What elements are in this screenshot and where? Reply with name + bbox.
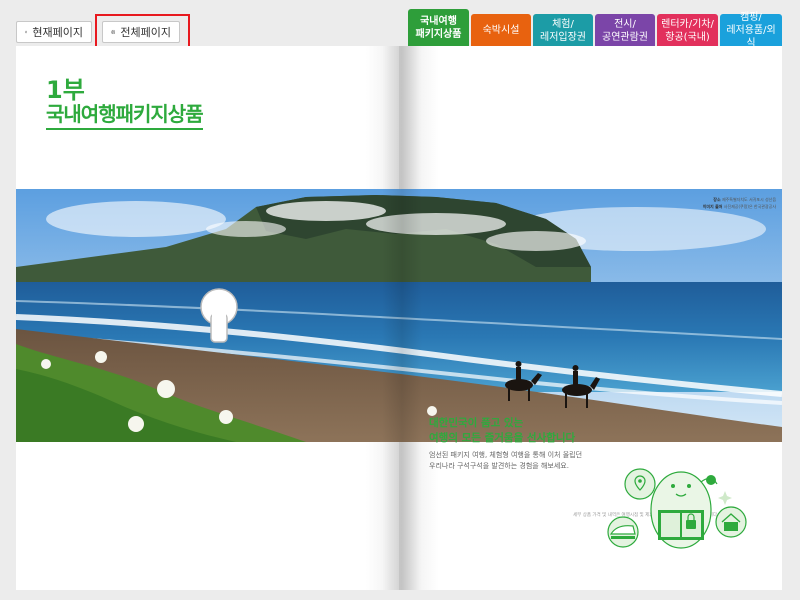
printer-icon <box>25 30 28 34</box>
print-all-pages-button[interactable]: 전체페이지 <box>102 21 180 43</box>
tab-label-line2: 공연관람권 <box>602 31 648 43</box>
right-page-body: 엄선된 패키지 여행, 체험형 여행을 통해 이처 올립던 우리나라 구석구석을… <box>429 450 582 472</box>
caption-source-label: 이미지 출처 <box>702 204 723 209</box>
tab-exhibition-performance[interactable]: 전시/공연관람권 <box>595 14 655 47</box>
heading-line1: 대한민국이 품고 있는 <box>429 417 524 429</box>
tab-rental-train-air[interactable]: 렌터카/기차/항공(국내) <box>657 14 718 47</box>
tab-label-line1: 숙박시설 <box>482 25 520 36</box>
printer-icon <box>111 29 116 35</box>
jeju-coast-photo: 장소 제주특별자치도 서귀포시 성산읍 이미지 출처 사진제공(쿠팡)은 한국관… <box>16 189 782 442</box>
right-page-heading: 대한민국이 품고 있는 여행의 모든 즐거움을 선사합니다 <box>429 416 575 446</box>
tab-label-line1: 체험/ <box>552 18 574 30</box>
tab-label-line1: 전시/ <box>614 18 636 30</box>
travel-illustration <box>607 468 747 549</box>
caption-place-value: 제주특별자치도 서귀포시 성산읍 <box>721 197 776 202</box>
tab-accommodation[interactable]: 숙박시설 <box>471 14 531 47</box>
photo-caption: 장소 제주특별자치도 서귀포시 성산읍 이미지 출처 사진제공(쿠팡)은 한국관… <box>703 196 776 210</box>
tab-label-line1: 국내여행 <box>420 16 457 27</box>
tab-domestic-package[interactable]: 국내여행패키지상품 <box>408 9 469 47</box>
tab-label-line1: 렌터카/기차/ <box>661 18 714 30</box>
train-icon <box>607 516 639 548</box>
tab-label-line2: 패키지상품 <box>415 29 462 40</box>
part-title: 국내여행패키지상품 <box>46 98 204 130</box>
print-all-pages-label: 전체페이지 <box>120 27 171 39</box>
body-line2: 우리나라 구석구석을 발견하는 경험을 해보세요. <box>429 462 569 470</box>
tab-camping-dining[interactable]: 캠핑/레저용품/외식 <box>720 12 782 49</box>
location-pin-icon <box>624 468 656 500</box>
caption-source-value: 사진제공(쿠팡)은 한국관광공사 <box>723 204 776 209</box>
tab-experience-leisure[interactable]: 체험/레저입장권 <box>533 14 593 47</box>
print-current-page-button[interactable]: 현재페이지 <box>16 21 92 43</box>
print-current-page-label: 현재페이지 <box>32 27 83 39</box>
tab-label-line2: 레저입장권 <box>540 31 586 43</box>
body-line1: 엄선된 패키지 여행, 체험형 여행을 통해 이처 올립던 <box>429 451 583 459</box>
caption-place-label: 장소 <box>713 197 721 202</box>
tab-label-line2: 항공(국내) <box>665 31 710 43</box>
house-icon <box>715 506 747 538</box>
heading-line2: 여행의 모든 즐거움을 선사합니다 <box>429 432 576 444</box>
tab-label-line1: 캠핑/ <box>740 12 762 23</box>
category-tabs: 국내여행패키지상품 숙박시설 체험/레저입장권 전시/공연관람권 렌터카/기차/… <box>408 9 782 49</box>
ticket-icon <box>658 510 704 540</box>
app-window: 현재페이지 전체페이지 국내여행패키지상품 숙박시설 체험/레저입장권 전시/공… <box>0 0 800 600</box>
